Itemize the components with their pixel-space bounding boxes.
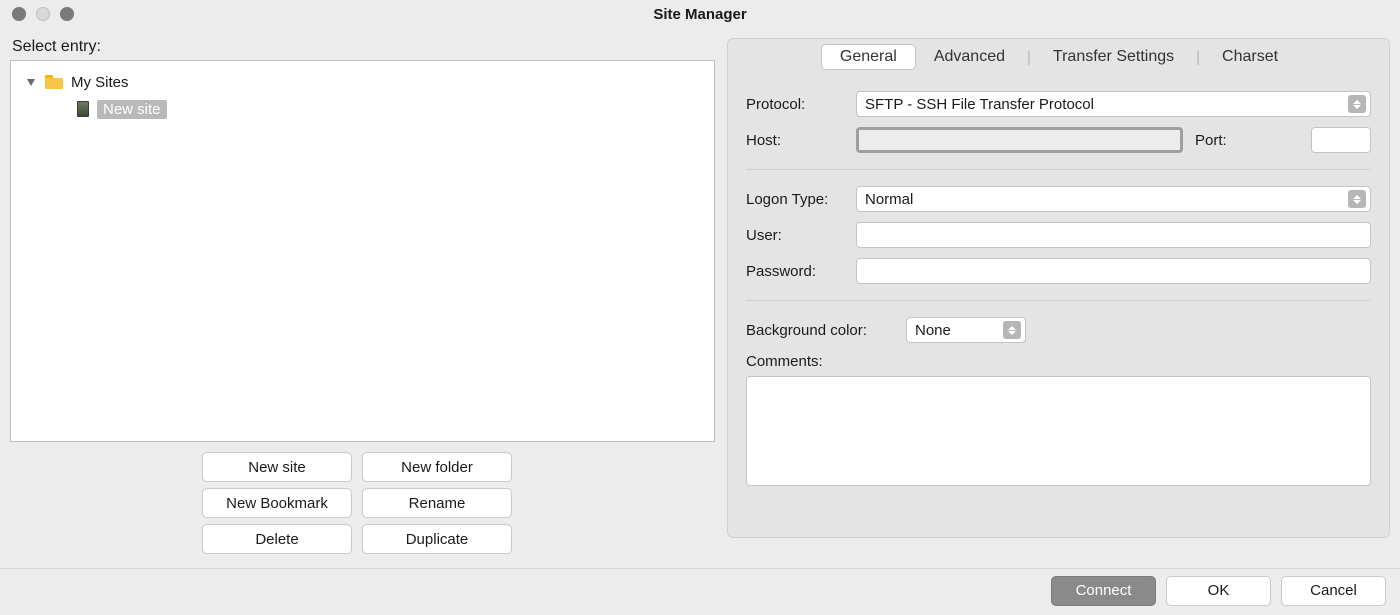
connect-button[interactable]: Connect [1051, 576, 1156, 606]
dialog-footer: Connect OK Cancel [0, 568, 1400, 612]
divider [746, 169, 1371, 170]
folder-icon [45, 75, 63, 89]
host-port-row: Host: Port: [746, 127, 1371, 153]
rename-button[interactable]: Rename [362, 488, 512, 518]
new-folder-button-label: New folder [401, 459, 473, 476]
tab-charset[interactable]: Charset [1204, 45, 1296, 69]
general-form: Protocol: SFTP - SSH File Transfer Proto… [728, 71, 1389, 496]
tree-site-row[interactable]: New site [15, 97, 710, 121]
divider [746, 300, 1371, 301]
logon-type-label: Logon Type: [746, 191, 856, 208]
tab-transfer-settings[interactable]: Transfer Settings [1035, 45, 1192, 69]
settings-tabs: General Advanced | Transfer Settings | C… [728, 39, 1389, 71]
updown-icon [1348, 190, 1366, 208]
new-site-button[interactable]: New site [202, 452, 352, 482]
bg-color-value: None [915, 322, 951, 339]
tab-general[interactable]: General [821, 44, 916, 70]
tab-advanced-label: Advanced [934, 48, 1005, 65]
minimize-window-icon[interactable] [36, 7, 50, 21]
logon-type-value: Normal [865, 191, 913, 208]
window-title: Site Manager [0, 6, 1400, 23]
new-folder-button[interactable]: New folder [362, 452, 512, 482]
close-window-icon[interactable] [12, 7, 26, 21]
bg-color-label: Background color: [746, 322, 906, 339]
duplicate-button[interactable]: Duplicate [362, 524, 512, 554]
tab-separator: | [1023, 49, 1035, 66]
new-bookmark-button[interactable]: New Bookmark [202, 488, 352, 518]
delete-button[interactable]: Delete [202, 524, 352, 554]
rename-button-label: Rename [409, 495, 466, 512]
user-row: User: [746, 222, 1371, 248]
zoom-window-icon[interactable] [60, 7, 74, 21]
logon-type-row: Logon Type: Normal [746, 186, 1371, 212]
password-input[interactable] [856, 258, 1371, 284]
duplicate-button-label: Duplicate [406, 531, 469, 548]
port-input[interactable] [1311, 127, 1371, 153]
main-content: Select entry: My Sites New site New site… [0, 28, 1400, 568]
tab-charset-label: Charset [1222, 48, 1278, 65]
tree-root-label: My Sites [71, 74, 129, 91]
protocol-row: Protocol: SFTP - SSH File Transfer Proto… [746, 91, 1371, 117]
protocol-value: SFTP - SSH File Transfer Protocol [865, 96, 1094, 113]
cancel-button-label: Cancel [1310, 582, 1357, 599]
new-site-button-label: New site [248, 459, 306, 476]
tab-transfer-label: Transfer Settings [1053, 48, 1174, 65]
host-label: Host: [746, 132, 856, 149]
bg-color-row: Background color: None [746, 317, 1371, 343]
tree-site-label: New site [97, 100, 167, 119]
titlebar: Site Manager [0, 0, 1400, 28]
protocol-label: Protocol: [746, 96, 856, 113]
site-tree[interactable]: My Sites New site [10, 60, 715, 442]
right-pane: General Advanced | Transfer Settings | C… [727, 38, 1390, 538]
new-bookmark-button-label: New Bookmark [226, 495, 328, 512]
port-label: Port: [1195, 132, 1305, 149]
cancel-button[interactable]: Cancel [1281, 576, 1386, 606]
comments-label: Comments: [746, 353, 1371, 370]
bg-color-select[interactable]: None [906, 317, 1026, 343]
password-label: Password: [746, 263, 856, 280]
user-label: User: [746, 227, 856, 244]
chevron-down-icon[interactable] [27, 79, 35, 86]
server-icon [77, 101, 89, 117]
select-entry-label: Select entry: [10, 28, 715, 60]
entry-action-buttons: New site New folder New Bookmark Rename … [202, 452, 715, 554]
updown-icon [1003, 321, 1021, 339]
window-controls [12, 7, 74, 21]
tab-advanced[interactable]: Advanced [916, 45, 1023, 69]
left-pane: Select entry: My Sites New site New site… [10, 28, 715, 568]
delete-button-label: Delete [255, 531, 298, 548]
host-input[interactable] [856, 127, 1183, 153]
protocol-select[interactable]: SFTP - SSH File Transfer Protocol [856, 91, 1371, 117]
password-row: Password: [746, 258, 1371, 284]
ok-button[interactable]: OK [1166, 576, 1271, 606]
user-input[interactable] [856, 222, 1371, 248]
updown-icon [1348, 95, 1366, 113]
logon-type-select[interactable]: Normal [856, 186, 1371, 212]
connect-button-label: Connect [1076, 582, 1132, 599]
tab-general-label: General [840, 48, 897, 65]
ok-button-label: OK [1208, 582, 1230, 599]
tab-separator: | [1192, 49, 1204, 66]
comments-input[interactable] [746, 376, 1371, 486]
tree-root-row[interactable]: My Sites [15, 70, 710, 94]
